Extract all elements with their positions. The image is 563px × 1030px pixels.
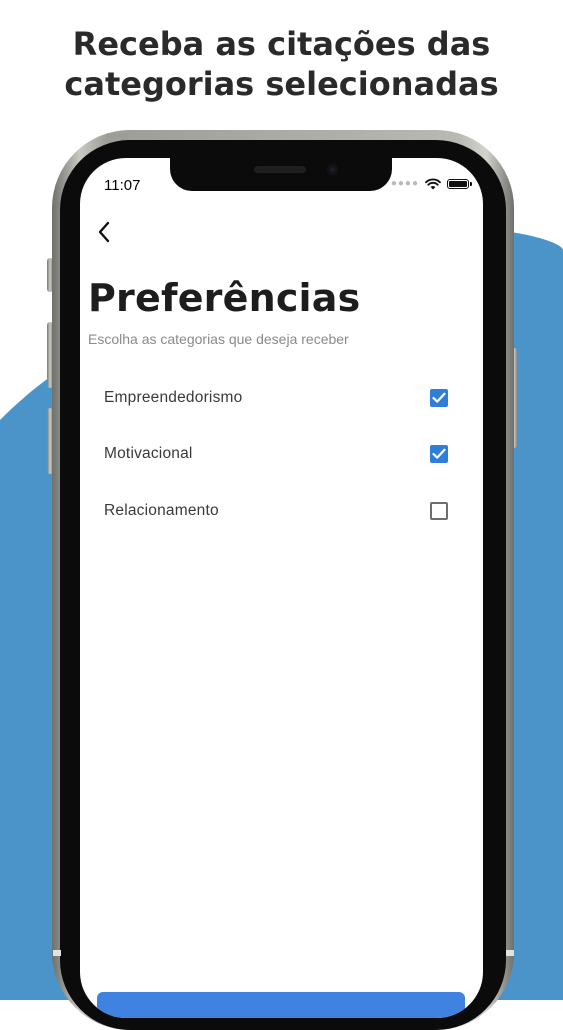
signal-dots-icon: ●●●● [390,178,419,189]
battery-icon [447,179,472,189]
category-checkbox-checked[interactable] [430,389,448,407]
bottom-action-button[interactable] [97,992,465,1018]
page-title: Preferências [88,276,361,320]
checkmark-icon [432,448,446,459]
category-row-motivacional[interactable]: Motivacional [88,434,475,474]
category-row-relacionamento[interactable]: Relacionamento [88,491,475,531]
checkmark-icon [432,392,446,403]
category-label: Relacionamento [104,502,219,519]
antenna-line [506,950,514,956]
category-row-empreendedorismo[interactable]: Empreendedorismo [88,378,475,418]
back-button[interactable] [90,216,118,248]
category-label: Empreendedorismo [104,389,243,406]
promo-headline-line-2: categorias selecionadas [64,65,499,103]
earpiece-speaker [254,166,306,173]
category-label: Motivacional [104,445,193,462]
front-camera [327,164,338,175]
category-checkbox-checked[interactable] [430,445,448,463]
page-subtitle: Escolha as categorias que deseja receber [88,331,349,347]
wifi-icon [425,178,441,190]
promo-headline-line-1: Receba as citações das [72,25,491,63]
category-checkbox-unchecked[interactable] [430,502,448,520]
phone-notch [170,158,392,191]
promo-headline: Receba as citações das categorias seleci… [0,24,563,104]
phone-screen: 11:07 ●●●● Preferências Escolha as categ… [80,158,483,1018]
status-time: 11:07 [104,177,141,194]
status-icons: ●●●● [390,178,472,190]
antenna-line [53,950,61,956]
chevron-left-icon [98,221,110,243]
